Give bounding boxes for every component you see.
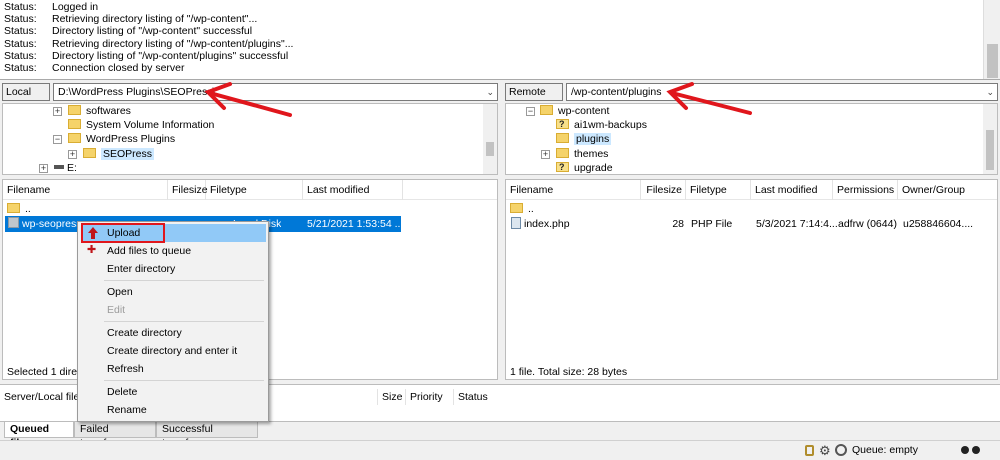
annotation-arrow-remote [666, 82, 752, 115]
annotation-arrow-local [204, 82, 292, 117]
annotation-arrows [204, 82, 752, 117]
